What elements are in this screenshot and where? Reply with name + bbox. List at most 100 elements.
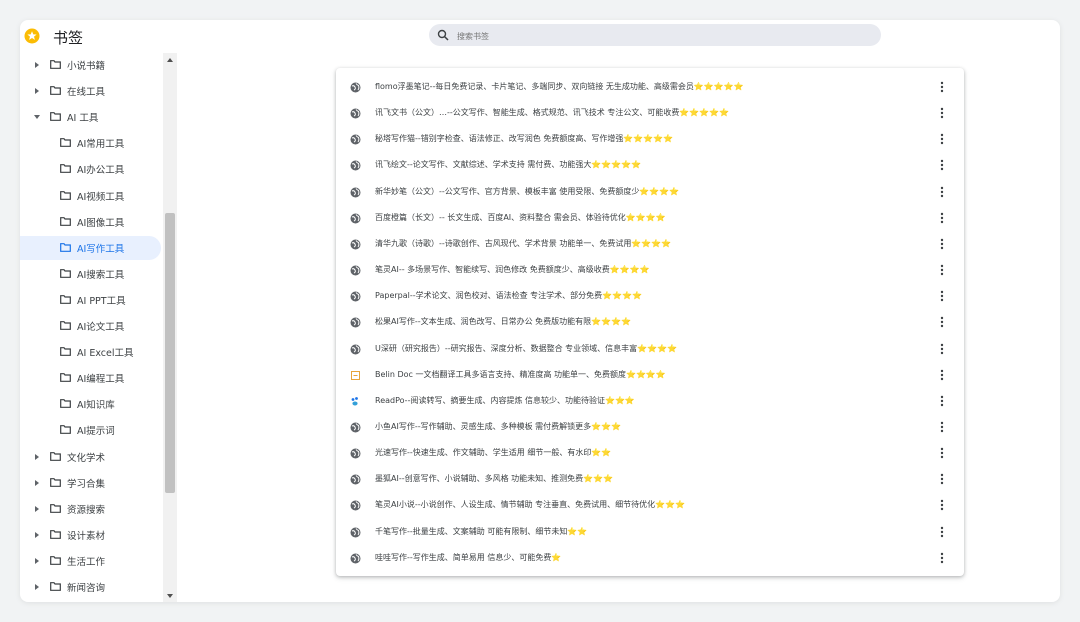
bookmark-title[interactable]: 讯飞文书（公文）…--公文写作、智能生成、格式规范、讯飞技术 专注公文、可能收费… <box>375 107 729 118</box>
sidebar-item[interactable]: 小说书籍 <box>20 53 161 77</box>
globe-icon <box>350 265 361 276</box>
scrollbar-thumb[interactable] <box>165 213 175 493</box>
caret-right-icon[interactable] <box>33 479 41 487</box>
more-vert-icon[interactable] <box>940 186 944 198</box>
bookmark-row[interactable]: 讯飞文书（公文）…--公文写作、智能生成、格式规范、讯飞技术 专注公文、可能收费… <box>336 100 964 126</box>
bookmark-title[interactable]: 哇哇写作--写作生成、简单易用 信息少、可能免费⭐ <box>375 552 561 563</box>
more-vert-icon[interactable] <box>940 421 944 433</box>
bookmark-row[interactable]: 光速写作--快速生成、作文辅助、学生适用 细节一般、有水印⭐⭐ <box>336 440 964 466</box>
caret-right-icon[interactable] <box>33 557 41 565</box>
more-vert-icon[interactable] <box>940 369 944 381</box>
folder-icon <box>60 216 71 226</box>
sidebar-item[interactable]: 学习合集 <box>20 471 161 495</box>
sidebar-item[interactable]: 资源搜索 <box>20 497 161 521</box>
bookmark-title[interactable]: 小鱼AI写作--写作辅助、灵感生成、多种模板 需付费解锁更多⭐⭐⭐ <box>375 421 621 432</box>
bookmark-row[interactable]: 清华九歌（诗歌）--诗歌创作、古风现代、学术背景 功能单一、免费试用⭐⭐⭐⭐ <box>336 231 964 257</box>
more-vert-icon[interactable] <box>940 552 944 564</box>
search-input[interactable] <box>455 26 859 46</box>
bookmark-title[interactable]: 新华妙笔（公文）--公文写作、官方背景、模板丰富 使用受限、免费额度少⭐⭐⭐⭐ <box>375 186 679 197</box>
bookmark-row[interactable]: 新华妙笔（公文）--公文写作、官方背景、模板丰富 使用受限、免费额度少⭐⭐⭐⭐ <box>336 179 964 205</box>
bookmark-title[interactable]: 笔灵AI-- 多场景写作、智能续写、润色修改 免费额度少、高级收费⭐⭐⭐⭐ <box>375 264 650 275</box>
more-vert-icon[interactable] <box>940 316 944 328</box>
caret-right-icon[interactable] <box>33 531 41 539</box>
globe-icon <box>350 160 361 171</box>
bookmark-row[interactable]: 松果AI写作--文本生成、润色改写、日常办公 免费版功能有限⭐⭐⭐⭐ <box>336 309 964 335</box>
bookmark-row[interactable]: 讯飞绘文--论文写作、文献综述、学术支持 需付费、功能强大⭐⭐⭐⭐⭐ <box>336 152 964 178</box>
bookmark-row[interactable]: U深研（研究报告）--研究报告、深度分析、数据整合 专业领域、信息丰富⭐⭐⭐⭐ <box>336 336 964 362</box>
caret-right-icon[interactable] <box>33 505 41 513</box>
more-vert-icon[interactable] <box>940 395 944 407</box>
bookmark-title[interactable]: 秘塔写作猫--错别字检查、语法修正、改写润色 免费额度高、写作增强⭐⭐⭐⭐⭐ <box>375 133 673 144</box>
bookmark-row[interactable]: 小鱼AI写作--写作辅助、灵感生成、多种模板 需付费解锁更多⭐⭐⭐ <box>336 414 964 440</box>
sidebar-item[interactable]: AI Excel工具 <box>20 340 161 364</box>
sidebar-item[interactable]: 设计素材 <box>20 523 161 547</box>
sidebar-item[interactable]: AI编程工具 <box>20 366 161 390</box>
sidebar-item[interactable]: 新闻咨询 <box>20 575 161 599</box>
bookmark-row[interactable]: 笔灵AI小说--小说创作、人设生成、情节辅助 专注垂直、免费试用、细节待优化⭐⭐… <box>336 492 964 518</box>
caret-right-icon[interactable] <box>33 87 41 95</box>
sidebar-item[interactable]: AI知识库 <box>20 392 161 416</box>
more-vert-icon[interactable] <box>940 526 944 538</box>
bookmark-row[interactable]: Belin Doc 一文档翻译工具多语言支持、精准度高 功能单一、免费额度⭐⭐⭐… <box>336 362 964 388</box>
sidebar-item[interactable]: AI图像工具 <box>20 210 161 234</box>
bookmark-title[interactable]: 光速写作--快速生成、作文辅助、学生适用 细节一般、有水印⭐⭐ <box>375 447 611 458</box>
caret-right-icon[interactable] <box>33 583 41 591</box>
bookmark-title[interactable]: 笔灵AI小说--小说创作、人设生成、情节辅助 专注垂直、免费试用、细节待优化⭐⭐… <box>375 499 685 510</box>
sidebar-item[interactable]: 生活工作 <box>20 549 161 573</box>
sidebar-item-label: 在线工具 <box>67 87 106 99</box>
more-vert-icon[interactable] <box>940 499 944 511</box>
scroll-up-arrow-icon[interactable] <box>166 57 174 63</box>
more-vert-icon[interactable] <box>940 133 944 145</box>
bookmark-row[interactable]: 墨狐AI--创意写作、小说辅助、多风格 功能未知、推测免费⭐⭐⭐ <box>336 466 964 492</box>
sidebar-item[interactable]: AI PPT工具 <box>20 288 161 312</box>
bookmark-title[interactable]: 墨狐AI--创意写作、小说辅助、多风格 功能未知、推测免费⭐⭐⭐ <box>375 473 613 484</box>
more-vert-icon[interactable] <box>940 473 944 485</box>
sidebar-item-label: 设计素材 <box>67 530 106 542</box>
scroll-down-arrow-icon[interactable] <box>166 593 174 599</box>
bookmark-row[interactable]: 笔灵AI-- 多场景写作、智能续写、润色修改 免费额度少、高级收费⭐⭐⭐⭐ <box>336 257 964 283</box>
caret-right-icon[interactable] <box>33 453 41 461</box>
bookmark-row[interactable]: 千笔写作--批量生成、文案辅助 可能有限制、细节未知⭐⭐ <box>336 519 964 545</box>
bookmark-title[interactable]: ReadPo--阅读转写、摘要生成、内容提炼 信息较少、功能待验证⭐⭐⭐ <box>375 395 635 406</box>
more-vert-icon[interactable] <box>940 264 944 276</box>
search-box[interactable] <box>429 24 881 46</box>
bookmark-title[interactable]: Belin Doc 一文档翻译工具多语言支持、精准度高 功能单一、免费额度⭐⭐⭐… <box>375 369 666 380</box>
sidebar-item[interactable]: AI写作工具 <box>20 235 161 260</box>
bookmark-title[interactable]: 千笔写作--批量生成、文案辅助 可能有限制、细节未知⭐⭐ <box>375 526 587 537</box>
bookmark-row[interactable]: flomo浮墨笔记--每日免费记录、卡片笔记、多端同步、双向链接 无生成功能、高… <box>336 74 964 100</box>
more-vert-icon[interactable] <box>940 107 944 119</box>
bookmark-title[interactable]: 讯飞绘文--论文写作、文献综述、学术支持 需付费、功能强大⭐⭐⭐⭐⭐ <box>375 159 641 170</box>
bookmark-title[interactable]: 百度橙篇（长文）-- 长文生成、百度AI、资料整合 需会员、体验待优化⭐⭐⭐⭐ <box>375 212 666 223</box>
sidebar-item[interactable]: AI搜索工具 <box>20 262 161 286</box>
sidebar-item[interactable]: AI论文工具 <box>20 314 161 338</box>
bookmark-row[interactable]: 秘塔写作猫--错别字检查、语法修正、改写润色 免费额度高、写作增强⭐⭐⭐⭐⭐ <box>336 126 964 152</box>
bookmark-title[interactable]: flomo浮墨笔记--每日免费记录、卡片笔记、多端同步、双向链接 无生成功能、高… <box>375 81 744 92</box>
more-vert-icon[interactable] <box>940 290 944 302</box>
bookmark-row[interactable]: 哇哇写作--写作生成、简单易用 信息少、可能免费⭐ <box>336 545 964 571</box>
sidebar-item-label: AI图像工具 <box>77 217 125 229</box>
sidebar-item[interactable]: AI视频工具 <box>20 184 161 208</box>
caret-right-icon[interactable] <box>33 61 41 69</box>
sidebar-item[interactable]: AI办公工具 <box>20 157 161 181</box>
sidebar-scrollbar[interactable] <box>163 53 177 602</box>
sidebar-item[interactable]: 在线工具 <box>20 79 161 103</box>
bookmark-row[interactable]: 百度橙篇（长文）-- 长文生成、百度AI、资料整合 需会员、体验待优化⭐⭐⭐⭐ <box>336 205 964 231</box>
bookmark-title[interactable]: U深研（研究报告）--研究报告、深度分析、数据整合 专业领域、信息丰富⭐⭐⭐⭐ <box>375 343 677 354</box>
more-vert-icon[interactable] <box>940 238 944 250</box>
sidebar-item[interactable]: AI 工具 <box>20 105 161 129</box>
more-vert-icon[interactable] <box>940 212 944 224</box>
sidebar-item[interactable]: 文化学术 <box>20 445 161 469</box>
bookmark-row[interactable]: Paperpal--学术论文、润色校对、语法检查 专注学术、部分免费⭐⭐⭐⭐ <box>336 283 964 309</box>
sidebar-item[interactable]: AI常用工具 <box>20 131 161 155</box>
bookmark-row[interactable]: ReadPo--阅读转写、摘要生成、内容提炼 信息较少、功能待验证⭐⭐⭐ <box>336 388 964 414</box>
more-vert-icon[interactable] <box>940 81 944 93</box>
caret-down-icon[interactable] <box>33 113 41 121</box>
sidebar-item[interactable]: AI提示词 <box>20 418 161 442</box>
bookmark-title[interactable]: 松果AI写作--文本生成、润色改写、日常办公 免费版功能有限⭐⭐⭐⭐ <box>375 316 631 327</box>
more-vert-icon[interactable] <box>940 447 944 459</box>
bookmark-title[interactable]: Paperpal--学术论文、润色校对、语法检查 专注学术、部分免费⭐⭐⭐⭐ <box>375 290 642 301</box>
folder-icon <box>60 347 71 356</box>
more-vert-icon[interactable] <box>940 159 944 171</box>
more-vert-icon[interactable] <box>940 343 944 355</box>
bookmark-title[interactable]: 清华九歌（诗歌）--诗歌创作、古风现代、学术背景 功能单一、免费试用⭐⭐⭐⭐ <box>375 238 671 249</box>
